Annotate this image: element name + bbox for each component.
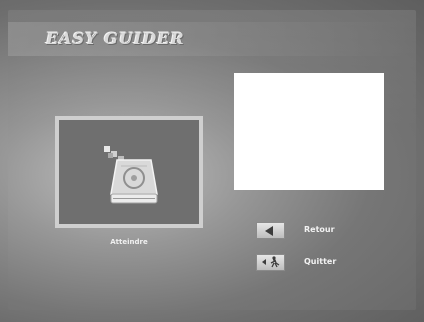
quitter-label: Quitter bbox=[304, 257, 337, 266]
retour-label: Retour bbox=[304, 225, 335, 234]
atteindre-label: Atteindre bbox=[110, 238, 148, 246]
atteindre-item[interactable] bbox=[55, 116, 203, 228]
exit-icon bbox=[261, 253, 281, 272]
app-title: Easy Guider bbox=[46, 29, 185, 48]
back-button[interactable] bbox=[256, 222, 285, 239]
preview-panel bbox=[234, 73, 384, 190]
storage-drive-icon bbox=[99, 138, 169, 212]
back-arrow-icon bbox=[264, 221, 278, 240]
exit-button[interactable] bbox=[256, 254, 285, 271]
